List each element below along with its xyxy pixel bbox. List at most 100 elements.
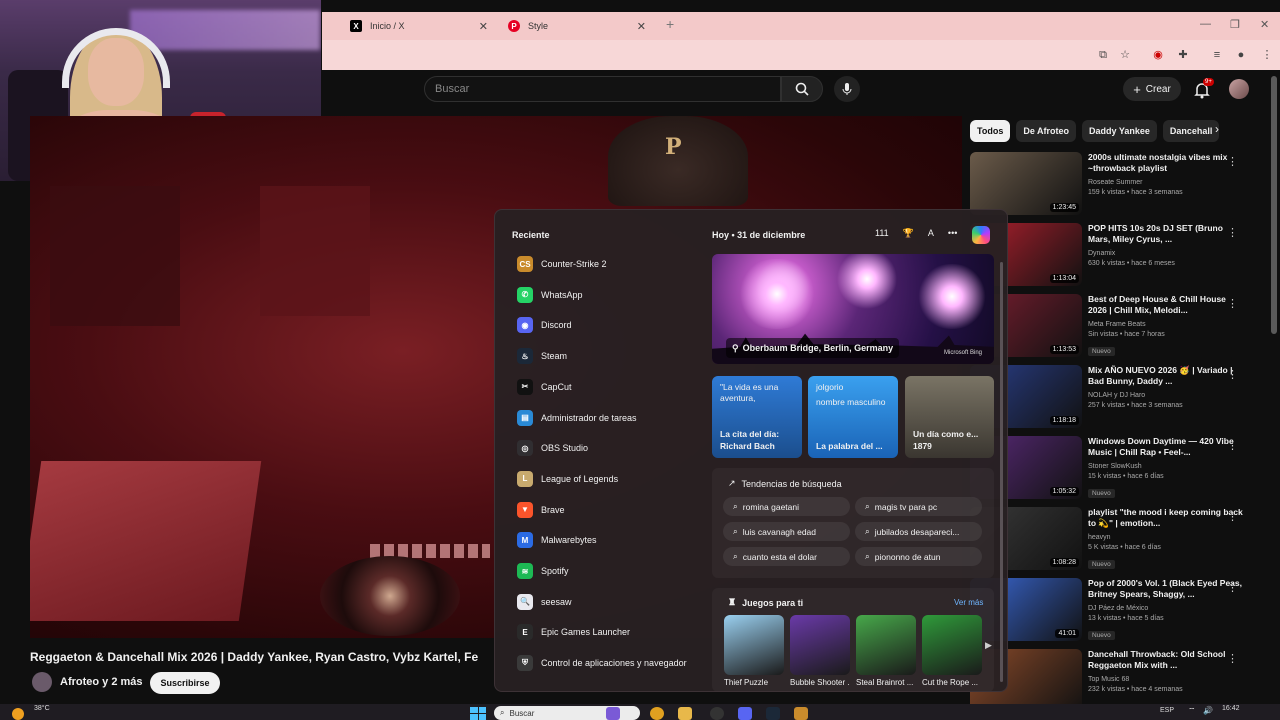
game-card[interactable]: Cut the Rope ... xyxy=(922,615,982,687)
obs-icon[interactable] xyxy=(710,707,724,720)
app-item[interactable]: ✂ CapCut xyxy=(517,376,572,398)
install-app-icon[interactable]: ⧉ xyxy=(1096,48,1110,62)
extensions-puzzle-icon[interactable]: ✚ xyxy=(1176,48,1190,62)
location-label[interactable]: ⚲ Oberbaum Bridge, Berlin, Germany xyxy=(726,338,900,358)
browser-menu-icon[interactable]: ⋮ xyxy=(1260,48,1274,62)
recommendation-item[interactable]: 1:23:45 2000s ultimate nostalgia vibes mi… xyxy=(970,152,1246,223)
extension-icon[interactable]: ◉ xyxy=(1151,48,1165,62)
trending-search-pill[interactable]: ⌕ magis tv para pc xyxy=(855,497,982,516)
channel-name[interactable]: NOLAH y DJ Haro xyxy=(1088,391,1246,401)
channel-name[interactable]: Meta Frame Beats xyxy=(1088,320,1246,330)
trending-search-pill[interactable]: ⌕ piononno de atun xyxy=(855,547,982,566)
app-item[interactable]: ✆ WhatsApp xyxy=(517,284,583,306)
channel-name[interactable]: Dynamix xyxy=(1088,249,1246,259)
copilot-icon[interactable] xyxy=(972,226,990,244)
close-tab-icon[interactable]: ✕ xyxy=(637,20,646,33)
more-actions-icon[interactable]: ⋮ xyxy=(1227,368,1238,381)
reading-list-icon[interactable]: ≡ xyxy=(1210,48,1224,62)
trophy-icon[interactable]: 🏆 xyxy=(903,228,914,239)
points-counter[interactable]: 111 xyxy=(875,228,889,239)
trending-search-pill[interactable]: ⌕ romina gaetani xyxy=(723,497,850,516)
game-card[interactable]: Thief Puzzle xyxy=(724,615,784,687)
video-title[interactable]: Pop of 2000's Vol. 1 (Black Eyed Peas, B… xyxy=(1088,578,1246,604)
trending-search-pill[interactable]: ⌕ jubilados desapareci... xyxy=(855,522,982,541)
channel-name[interactable]: Stoner SlowKush xyxy=(1088,462,1246,472)
more-actions-icon[interactable]: ⋮ xyxy=(1227,297,1238,310)
recommendation-item[interactable]: 1:05:32 Windows Down Daytime — 420 Vibe M… xyxy=(970,436,1246,507)
word-of-day-card[interactable]: jolgorio nombre masculino La palabra del… xyxy=(808,376,898,458)
app-item[interactable]: ◉ Discord xyxy=(517,314,572,336)
tab-pinterest-style[interactable]: P Style ✕ xyxy=(500,12,654,40)
chrome-icon[interactable] xyxy=(650,707,664,720)
chip-daddy-yankee[interactable]: Daddy Yankee xyxy=(1082,120,1157,142)
channel-name[interactable]: Roseate Summer xyxy=(1088,178,1246,188)
video-title[interactable]: POP HITS 10s 20s DJ SET (Bruno Mars, Mil… xyxy=(1088,223,1246,249)
weather-sun-icon[interactable] xyxy=(12,708,24,720)
language-indicator[interactable]: ESP xyxy=(1160,707,1174,714)
video-title[interactable]: 2000s ultimate nostalgia vibes mix ~thro… xyxy=(1088,152,1246,178)
video-title[interactable]: Best of Deep House & Chill House 2026 | … xyxy=(1088,294,1246,320)
recommendation-item[interactable]: 1:13:04 POP HITS 10s 20s DJ SET (Bruno Ma… xyxy=(970,223,1246,294)
subscribe-button[interactable]: Suscribirse xyxy=(150,672,220,694)
app-item[interactable]: ▤ Administrador de tareas xyxy=(517,407,637,429)
more-actions-icon[interactable]: ⋮ xyxy=(1227,652,1238,665)
channel-name[interactable]: DJ Páez de México xyxy=(1088,604,1246,614)
app-item[interactable]: 🔍 seesaw xyxy=(517,591,572,613)
more-actions-icon[interactable]: ⋮ xyxy=(1227,581,1238,594)
quote-of-day-card[interactable]: "La vida es una aventura, La cita del dí… xyxy=(712,376,802,458)
discord-icon[interactable] xyxy=(738,707,752,720)
search-input[interactable]: Buscar xyxy=(424,76,781,102)
volume-icon[interactable]: 🔊 xyxy=(1203,706,1213,715)
game-card[interactable]: Steal Brainrot ... xyxy=(856,615,916,687)
app-item[interactable]: ♨ Steam xyxy=(517,345,567,367)
windows-start-button[interactable] xyxy=(470,707,486,720)
page-scrollbar[interactable] xyxy=(1271,76,1277,334)
app-item[interactable]: ◎ OBS Studio xyxy=(517,437,588,459)
channel-name[interactable]: Afroteo y 2 más xyxy=(60,676,143,688)
see-more-link[interactable]: Ver más xyxy=(954,598,983,607)
account-avatar[interactable] xyxy=(1229,79,1249,99)
chevron-right-icon[interactable]: ▶ xyxy=(985,640,992,651)
voice-search-button[interactable] xyxy=(834,76,860,102)
channel-name[interactable]: Top Music 68 xyxy=(1088,675,1246,685)
start-menu-scrollbar[interactable] xyxy=(1000,262,1003,682)
app-item[interactable]: L League of Legends xyxy=(517,468,618,490)
taskbar-app-icon[interactable] xyxy=(606,707,620,720)
app-item[interactable]: CS Counter-Strike 2 xyxy=(517,253,607,275)
trending-search-pill[interactable]: ⌕ cuanto esta el dolar xyxy=(723,547,850,566)
chip-all[interactable]: Todos xyxy=(970,120,1011,142)
video-title[interactable]: playlist "the mood i keep coming back to… xyxy=(1088,507,1246,533)
maximize-icon[interactable]: ❐ xyxy=(1230,18,1240,31)
clock[interactable]: 16:42 xyxy=(1222,705,1240,712)
recommendation-item[interactable]: 41:01 Pop of 2000's Vol. 1 (Black Eyed Pe… xyxy=(970,578,1246,649)
more-actions-icon[interactable]: ⋮ xyxy=(1227,510,1238,523)
more-options-icon[interactable]: ••• xyxy=(948,228,957,239)
app-item[interactable]: M Malwarebytes xyxy=(517,529,597,551)
recommendation-item[interactable]: 1:13:53 Best of Deep House & Chill House … xyxy=(970,294,1246,365)
steam-icon[interactable] xyxy=(766,707,780,720)
new-tab-button[interactable]: + xyxy=(666,16,674,32)
more-actions-icon[interactable]: ⋮ xyxy=(1227,155,1238,168)
bookmark-star-icon[interactable]: ☆ xyxy=(1118,48,1132,62)
close-tab-icon[interactable]: ✕ xyxy=(479,20,488,33)
on-this-day-card[interactable]: Un día como e... 1879 xyxy=(905,376,994,458)
app-item[interactable]: ≋ Spotify xyxy=(517,560,569,582)
close-window-icon[interactable]: ✕ xyxy=(1260,18,1269,31)
minimize-icon[interactable]: — xyxy=(1200,18,1211,30)
video-thumbnail[interactable]: 1:23:45 xyxy=(970,152,1082,215)
more-actions-icon[interactable]: ⋮ xyxy=(1227,439,1238,452)
video-title[interactable]: Windows Down Daytime — 420 Vibe Music | … xyxy=(1088,436,1246,462)
weather-temp[interactable]: 38°C xyxy=(34,705,50,712)
chip-afroteo[interactable]: De Afroteo xyxy=(1016,120,1076,142)
create-button[interactable]: + Crear xyxy=(1123,77,1181,101)
search-button[interactable] xyxy=(781,76,823,102)
more-actions-icon[interactable]: ⋮ xyxy=(1227,226,1238,239)
account-initial[interactable]: A xyxy=(928,228,934,239)
wifi-icon[interactable]: ⌔ xyxy=(1188,706,1196,716)
channel-avatar[interactable] xyxy=(32,672,52,692)
counter-strike-icon[interactable] xyxy=(794,707,808,720)
profile-icon[interactable]: ● xyxy=(1234,48,1248,62)
recommendation-item[interactable]: 1:08:28 playlist "the mood i keep coming … xyxy=(970,507,1246,578)
channel-name[interactable]: heavyn xyxy=(1088,533,1246,543)
game-card[interactable]: Bubble Shooter ... xyxy=(790,615,850,687)
